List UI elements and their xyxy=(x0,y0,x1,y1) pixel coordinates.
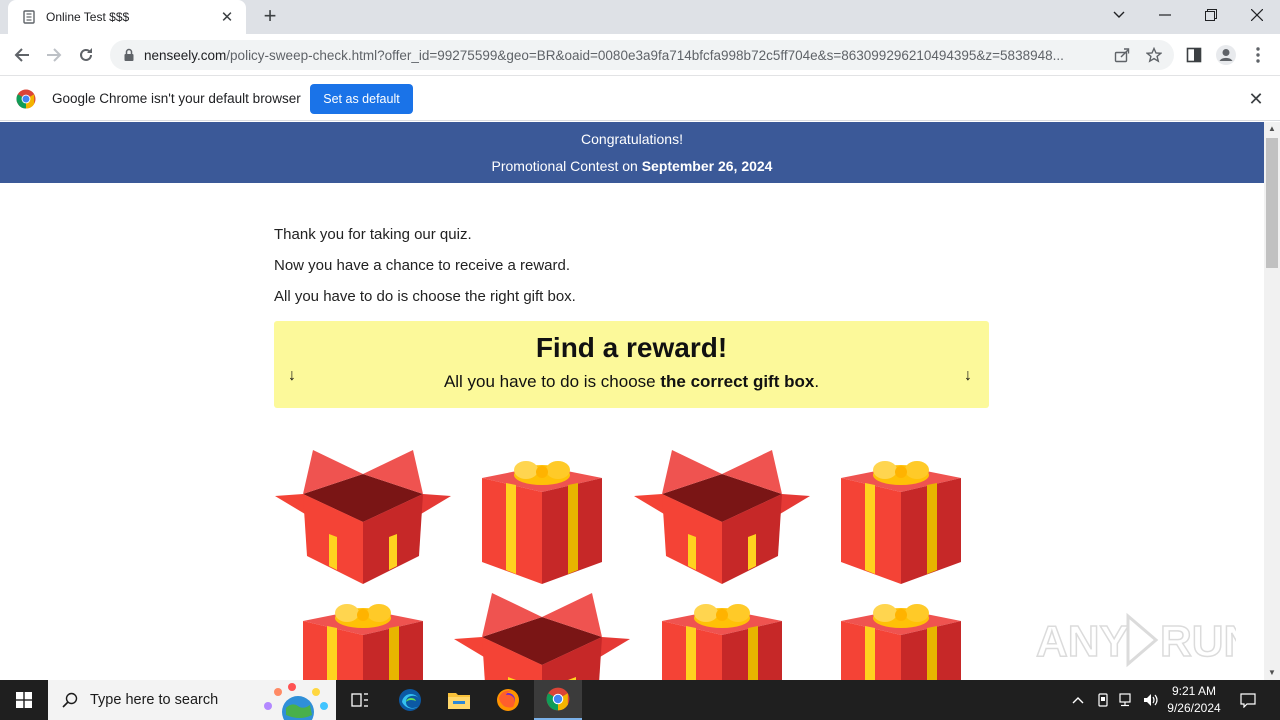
profile-button[interactable] xyxy=(1212,41,1240,69)
back-button[interactable] xyxy=(8,41,36,69)
chrome-logo-icon xyxy=(16,89,36,109)
address-bar[interactable]: nenseely.com/policy-sweep-check.html?off… xyxy=(110,40,1174,70)
clock-date: 9/26/2024 xyxy=(1167,701,1221,715)
edge-icon xyxy=(399,689,421,711)
clock-time: 9:21 AM xyxy=(1171,684,1217,698)
closed-gift-box[interactable] xyxy=(301,601,425,680)
banner-date: September 26, 2024 xyxy=(641,158,773,174)
windows-taskbar: Type here to search 9:21 AM 9/26/2024 xyxy=(0,680,1280,720)
profile-avatar-icon xyxy=(1216,45,1236,65)
svg-text:RUN: RUN xyxy=(1160,617,1236,666)
windows-logo-icon xyxy=(16,692,32,708)
reward-callout: Find a reward! All you have to do is cho… xyxy=(274,321,989,408)
forward-arrow-icon xyxy=(47,48,62,62)
down-arrow-left-icon: ↓ xyxy=(288,367,296,384)
taskbar-file-explorer[interactable] xyxy=(435,680,483,720)
scroll-down-icon[interactable]: ▼ xyxy=(1264,666,1280,680)
share-button[interactable] xyxy=(1108,41,1136,69)
reward-sub-bold: the correct gift box xyxy=(660,372,815,391)
side-panel-button[interactable] xyxy=(1180,41,1208,69)
url-text[interactable]: nenseely.com/policy-sweep-check.html?off… xyxy=(144,48,1104,63)
tab-title: Online Test $$$ xyxy=(46,10,130,24)
intro-line-3: All you have to do is choose the right g… xyxy=(274,288,576,305)
share-icon xyxy=(1114,48,1130,63)
restore-icon[interactable] xyxy=(1188,0,1234,30)
anyrun-watermark-logo: ANY RUN xyxy=(1036,612,1236,668)
volume-icon[interactable] xyxy=(1140,680,1162,720)
open-gift-box[interactable] xyxy=(273,448,453,584)
lock-icon[interactable] xyxy=(122,48,136,62)
reward-sub-suffix: . xyxy=(814,372,820,391)
reward-heading: Find a reward! xyxy=(535,332,728,363)
banner-subtitle: Promotional Contest on September 26, 202… xyxy=(0,158,1264,174)
closed-gift-box[interactable] xyxy=(660,601,784,680)
browser-toolbar: nenseely.com/policy-sweep-check.html?off… xyxy=(0,34,1280,76)
taskbar-firefox[interactable] xyxy=(484,680,532,720)
folder-icon xyxy=(448,693,470,709)
taskbar-chrome[interactable] xyxy=(534,680,582,720)
url-path: /policy-sweep-check.html?offer_id=992755… xyxy=(226,47,1064,63)
closed-gift-box[interactable] xyxy=(839,601,963,680)
banner-prefix: Promotional Contest on xyxy=(491,158,638,174)
tray-overflow-icon[interactable] xyxy=(1068,680,1088,720)
tab-search-chevron-icon[interactable] xyxy=(1096,0,1142,30)
banner-title: Congratulations! xyxy=(581,131,683,147)
browser-tab[interactable]: Online Test $$$ ✕ xyxy=(8,0,246,34)
open-gift-box[interactable] xyxy=(632,448,812,584)
minimize-icon[interactable] xyxy=(1142,0,1188,30)
scrollbar-thumb[interactable] xyxy=(1266,138,1278,268)
reload-icon xyxy=(80,48,92,61)
back-arrow-icon xyxy=(14,48,29,62)
window-close-icon[interactable] xyxy=(1234,0,1280,30)
scroll-up-icon[interactable]: ▲ xyxy=(1264,122,1280,136)
intro-line-1: Thank you for taking our quiz. xyxy=(274,226,472,243)
page-favicon-icon xyxy=(23,10,35,24)
chrome-icon xyxy=(546,687,570,711)
infobar-message: Google Chrome isn't your default browser xyxy=(52,91,301,106)
search-highlight-globe-icon xyxy=(264,683,328,720)
open-gift-box[interactable] xyxy=(452,591,632,680)
star-icon xyxy=(1146,47,1162,63)
device-icon[interactable] xyxy=(1092,680,1114,720)
search-icon xyxy=(62,692,78,708)
forward-button[interactable] xyxy=(40,41,68,69)
taskbar-clock[interactable]: 9:21 AM 9/26/2024 xyxy=(1160,683,1228,717)
tab-strip: Online Test $$$ ✕ + xyxy=(0,0,1280,34)
network-icon[interactable] xyxy=(1116,680,1138,720)
task-view-button[interactable] xyxy=(336,680,384,720)
side-panel-icon xyxy=(1186,47,1202,63)
kebab-menu-icon xyxy=(1256,47,1260,63)
taskbar-edge[interactable] xyxy=(386,680,434,720)
menu-button[interactable] xyxy=(1244,41,1272,69)
down-arrow-right-icon: ↓ xyxy=(964,367,972,384)
notification-center-icon[interactable] xyxy=(1234,680,1262,720)
search-placeholder: Type here to search xyxy=(90,692,219,708)
closed-gift-box[interactable] xyxy=(839,458,963,584)
reload-button[interactable] xyxy=(72,41,100,69)
new-tab-button[interactable]: + xyxy=(258,5,282,29)
start-button[interactable] xyxy=(0,680,48,720)
url-host: nenseely.com xyxy=(144,47,227,63)
set-as-default-button[interactable]: Set as default xyxy=(310,84,413,114)
svg-text:ANY: ANY xyxy=(1036,617,1129,666)
default-browser-infobar: Google Chrome isn't your default browser… xyxy=(0,77,1280,121)
reward-subtitle: All you have to do is choose the correct… xyxy=(274,372,989,392)
intro-line-2: Now you have a chance to receive a rewar… xyxy=(274,257,570,274)
task-view-icon xyxy=(351,693,368,707)
taskbar-search-box[interactable]: Type here to search xyxy=(48,680,336,720)
infobar-close-icon[interactable]: ✕ xyxy=(1246,89,1266,109)
web-page: Congratulations! Promotional Contest on … xyxy=(0,122,1264,680)
reward-sub-prefix: All you have to do is choose xyxy=(443,372,656,391)
page-scrollbar[interactable]: ▲ ▼ xyxy=(1264,122,1280,680)
header-banner: Congratulations! Promotional Contest on … xyxy=(0,122,1264,183)
firefox-icon xyxy=(497,689,519,711)
closed-gift-box[interactable] xyxy=(480,458,604,584)
tab-close-icon[interactable]: ✕ xyxy=(218,8,236,26)
bookmark-button[interactable] xyxy=(1140,41,1168,69)
